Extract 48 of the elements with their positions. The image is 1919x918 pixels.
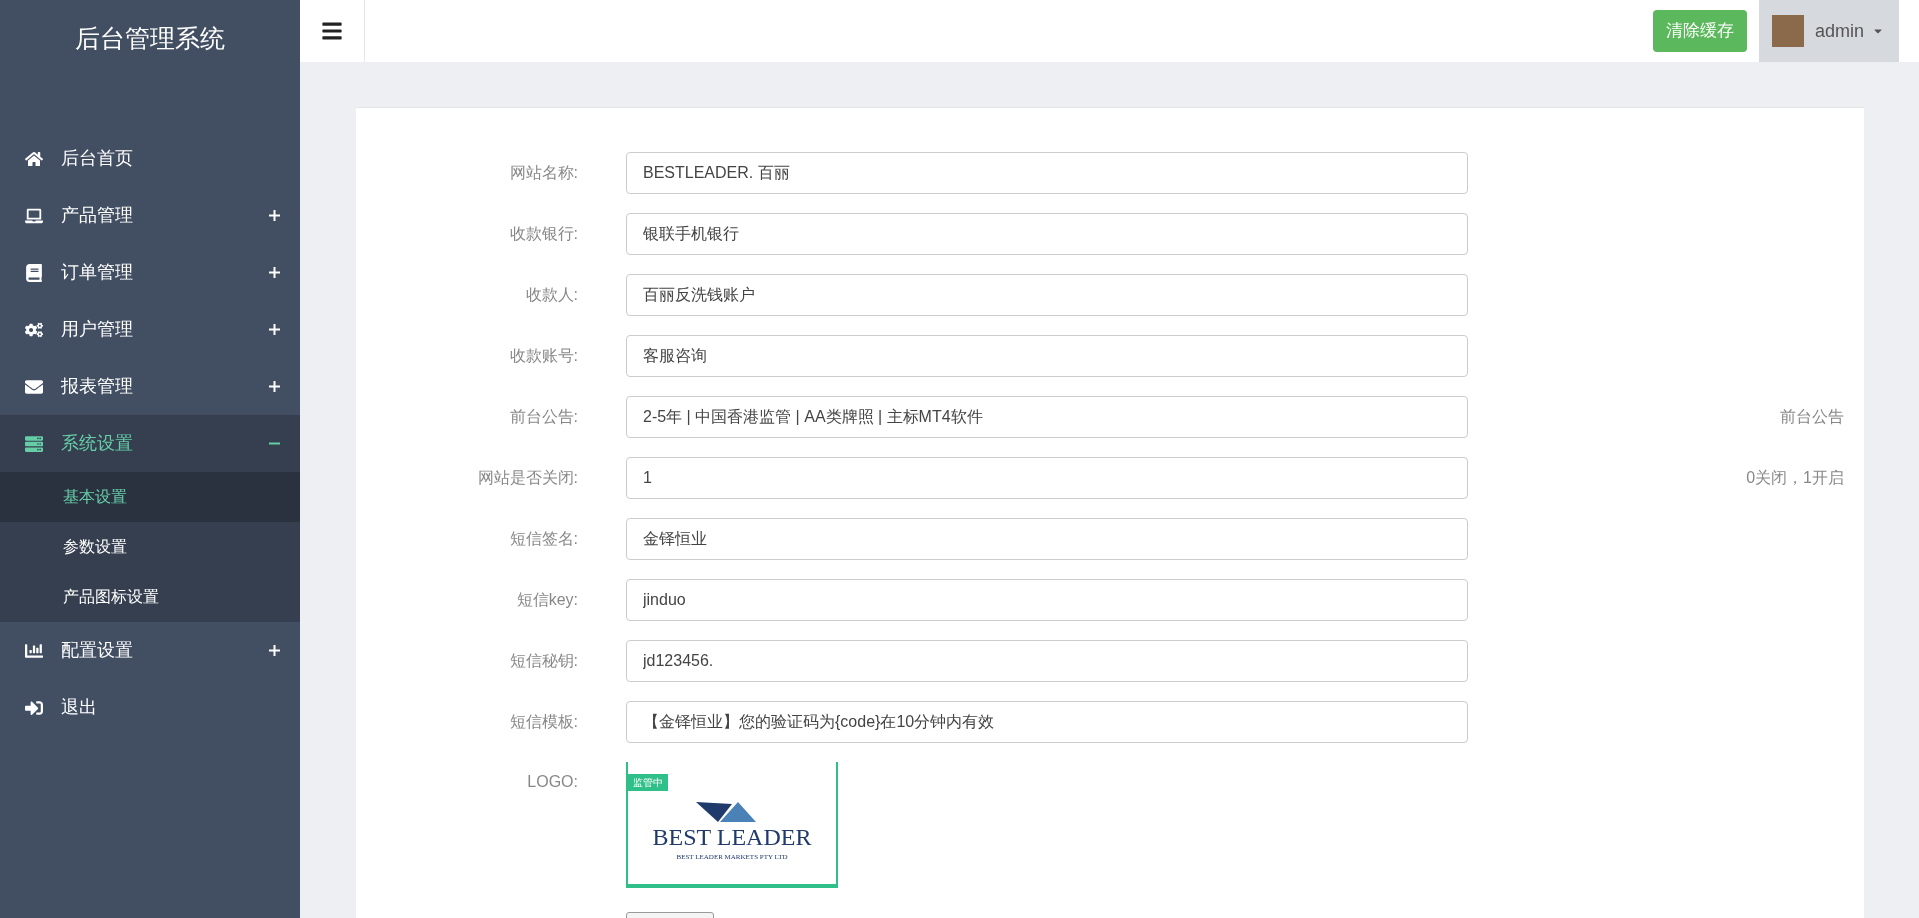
sign-in-icon	[25, 698, 43, 717]
gears-icon	[25, 320, 43, 339]
sidebar-item[interactable]: 产品管理	[0, 187, 300, 244]
sidebar-item[interactable]: 退出	[0, 679, 300, 736]
field-label: 短信秘钥:	[508, 651, 578, 671]
text-field[interactable]: BESTLEADER. 百丽	[626, 152, 1468, 194]
field-label: 网站名称:	[508, 163, 578, 183]
text-field[interactable]: 1	[626, 457, 1468, 499]
field-hint: 前台公告	[1780, 407, 1844, 427]
field-label: 短信签名:	[508, 529, 578, 549]
sidebar-item[interactable]: 后台首页	[0, 130, 300, 187]
app-title: 后台管理系统	[75, 23, 225, 55]
text-field[interactable]: jinduo	[626, 579, 1468, 621]
text-field[interactable]: 金铎恒业	[626, 518, 1468, 560]
text-field[interactable]: 银联手机银行	[626, 213, 1468, 255]
text-field[interactable]: 客服咨询	[626, 335, 1468, 377]
text-field[interactable]: 百丽反洗钱账户	[626, 274, 1468, 316]
server-icon	[25, 434, 43, 453]
field-label: 收款人:	[524, 285, 578, 305]
envelope-icon	[25, 377, 43, 396]
field-hint: 0关闭，1开启	[1746, 468, 1844, 488]
sidebar-item[interactable]: 报表管理	[0, 358, 300, 415]
field-label: 收款银行:	[508, 224, 578, 244]
status-badge: 监管中	[628, 774, 668, 791]
submenu-item[interactable]: 参数设置	[0, 522, 300, 572]
sidebar-item[interactable]: 系统设置	[0, 415, 300, 472]
book-icon	[25, 263, 43, 282]
field-label: 收款账号:	[508, 346, 578, 366]
user-menu[interactable]: admin	[1759, 0, 1899, 62]
menu-icon	[321, 20, 343, 42]
submenu-item[interactable]: 产品图标设置	[0, 572, 300, 622]
field-label: 前台公告:	[508, 407, 578, 427]
text-field[interactable]: 2-5年 | 中国香港监管 | AA类牌照 | 主标MT4软件	[626, 396, 1468, 438]
field-label: LOGO:	[526, 772, 578, 792]
field-label: 短信key:	[515, 590, 578, 610]
text-field[interactable]: jd123456.	[626, 640, 1468, 682]
laptop-icon	[25, 206, 43, 225]
bar-chart-icon	[25, 641, 43, 660]
logo-brand-text: BEST LEADER	[652, 822, 812, 852]
submenu-item[interactable]: 基本设置	[0, 472, 300, 522]
sidebar-item[interactable]: 用户管理	[0, 301, 300, 358]
field-label: 网站是否关闭:	[476, 468, 578, 488]
sidebar-item[interactable]: 订单管理	[0, 244, 300, 301]
text-field[interactable]: 【金铎恒业】您的验证码为{code}在10分钟内有效	[626, 701, 1468, 743]
sidebar-item[interactable]: 配置设置	[0, 622, 300, 679]
home-icon	[25, 149, 43, 168]
field-label: 短信模板:	[508, 712, 578, 732]
avatar-photo-placeholder	[1772, 15, 1804, 47]
